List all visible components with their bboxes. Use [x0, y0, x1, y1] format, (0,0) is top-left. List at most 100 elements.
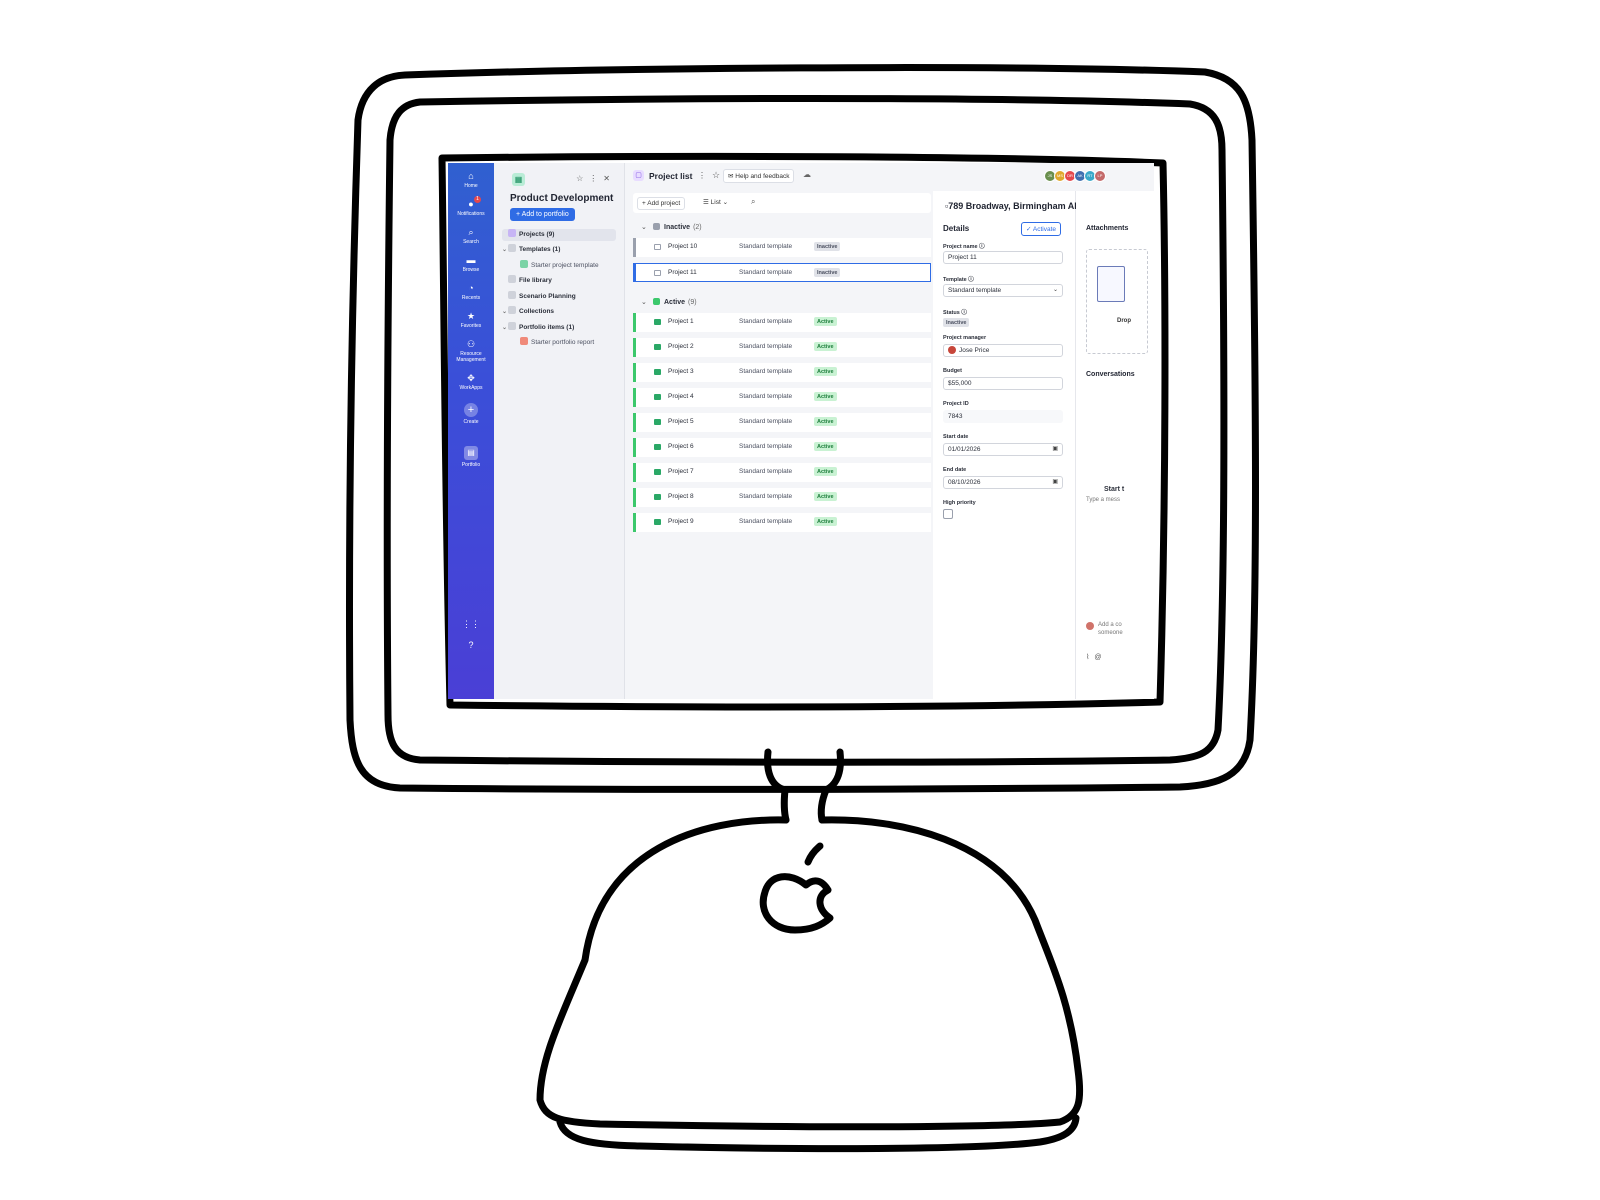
file-library-icon: [508, 275, 516, 283]
template-select[interactable]: Standard template ⌄: [943, 284, 1063, 297]
view-selector[interactable]: ☰ List ⌄: [703, 198, 728, 206]
rail-create[interactable]: + Create: [448, 403, 494, 425]
status-badge: Active: [814, 342, 837, 351]
star-icon: ★: [466, 311, 476, 321]
rail-notifications[interactable]: ● 1 Notifications: [448, 196, 494, 217]
search-icon[interactable]: ⌕: [751, 197, 755, 207]
sidebar-item-scenario-planning[interactable]: Scenario Planning: [502, 291, 616, 303]
project-icon: [654, 344, 661, 350]
help-icon[interactable]: ?: [448, 640, 494, 650]
empty-conversation-title: Start t: [1104, 486, 1125, 493]
budget-label: Budget: [943, 368, 962, 374]
project-icon: [654, 419, 661, 425]
close-icon[interactable]: ✕: [603, 174, 616, 183]
project-name-field[interactable]: Project 11: [943, 251, 1063, 264]
activate-button[interactable]: ✓ Activate: [1021, 222, 1062, 236]
sidebar-item-file-library[interactable]: File library: [502, 275, 616, 287]
table-row[interactable]: Project 5 Standard template Active: [633, 413, 931, 432]
chevron-down-icon: ⌄: [1052, 287, 1058, 293]
status-badge: Active: [814, 492, 837, 501]
table-row-selected[interactable]: Project 11 Standard template Inactive: [633, 263, 931, 282]
help-feedback-button[interactable]: ✉ Help and feedback: [723, 169, 795, 183]
rail-search[interactable]: ⌕ Search: [448, 227, 494, 245]
sidebar: ▦ ☆⋮✕ Product Development + Add to portf…: [494, 163, 625, 699]
comment-input[interactable]: Add a co someone: [1098, 621, 1123, 637]
star-icon[interactable]: ☆: [712, 170, 720, 181]
table-row[interactable]: Project 2 Standard template Active: [633, 338, 931, 357]
table-row[interactable]: Project 9 Standard template Active: [633, 513, 931, 532]
details-heading: Details: [943, 224, 970, 233]
project-list-area: ▢ Project list ⋮ ☆ ✉ Help and feedback ☁…: [625, 163, 931, 699]
status-badge: Active: [814, 467, 837, 476]
end-date-label: End date: [943, 467, 967, 473]
empty-conversation-hint: Type a mess: [1086, 497, 1121, 503]
rail-workapps[interactable]: ✥ WorkApps: [448, 373, 494, 391]
group-header-active[interactable]: ⌄ Active (9): [641, 298, 697, 306]
more-icon[interactable]: ⋮: [698, 171, 706, 180]
page-title: Project list: [649, 171, 693, 181]
rail-portfolio[interactable]: ▤ Portfolio: [448, 446, 494, 468]
project-icon: [654, 394, 661, 400]
portfolio-items-icon: [508, 322, 516, 330]
at-icon[interactable]: @: [1094, 654, 1106, 661]
project-list-icon: ▢: [633, 170, 644, 181]
chevron-down-icon: ⌄: [722, 199, 729, 206]
rail-resource-management[interactable]: ⚇ Resource Management: [448, 339, 494, 363]
start-date-field[interactable]: 01/01/2026 ▣: [943, 443, 1063, 456]
sidebar-item-projects[interactable]: Projects (9): [502, 229, 616, 241]
list-icon: ☰: [703, 199, 711, 206]
table-row[interactable]: Project 4 Standard template Active: [633, 388, 931, 407]
calendar-icon[interactable]: ▣: [1052, 444, 1058, 455]
rail-home[interactable]: ⌂ Home: [448, 171, 494, 189]
project-icon: [654, 319, 661, 325]
calendar-icon[interactable]: ▣: [1052, 477, 1058, 488]
group-header-inactive[interactable]: ⌄ Inactive (2): [641, 223, 702, 231]
budget-field[interactable]: $55,000: [943, 377, 1063, 390]
chevron-down-icon[interactable]: ⌄: [641, 223, 647, 231]
status-label: Status ⓘ: [943, 310, 967, 316]
sidebar-item-collections[interactable]: ⌄ Collections: [502, 306, 616, 318]
project-detail-panel: ▫789 Broadway, Birmingham AL Details ✓ A…: [933, 191, 1080, 699]
sidebar-item-portfolio-items[interactable]: ⌄ Portfolio items (1): [502, 322, 616, 334]
attachments-heading: Attachments: [1086, 225, 1129, 232]
table-row[interactable]: Project 10 Standard template Inactive: [633, 238, 931, 257]
end-date-field[interactable]: 08/10/2026 ▣: [943, 476, 1063, 489]
sidebar-item-starter-template[interactable]: Starter project template: [520, 260, 616, 272]
high-priority-checkbox[interactable]: [943, 509, 953, 519]
more-icon[interactable]: ⋮: [589, 174, 603, 183]
attachment-dropzone[interactable]: Drop: [1086, 249, 1148, 354]
table-row[interactable]: Project 8 Standard template Active: [633, 488, 931, 507]
project-icon: [654, 494, 661, 500]
add-project-button[interactable]: + Add project: [637, 197, 686, 210]
sidebar-item-templates[interactable]: ⌄ Templates (1): [502, 244, 616, 256]
info-icon: ⓘ: [979, 244, 985, 250]
workspace-title: Product Development: [510, 193, 614, 204]
grid-icon[interactable]: ⋮⋮: [448, 619, 494, 630]
scenario-icon: [508, 291, 516, 299]
star-icon[interactable]: ☆: [576, 174, 589, 183]
report-icon: [520, 337, 528, 345]
sidebar-item-starter-portfolio-report[interactable]: Starter portfolio report: [520, 337, 616, 349]
rail-browse[interactable]: ▬ Browse: [448, 255, 494, 273]
avatar[interactable]: LP: [1094, 170, 1106, 182]
table-row[interactable]: Project 7 Standard template Active: [633, 463, 931, 482]
status-badge[interactable]: Inactive: [943, 318, 970, 327]
rail-favorites[interactable]: ★ Favorites: [448, 311, 494, 329]
cloud-sync-icon: ☁: [803, 170, 811, 179]
project-icon: [654, 244, 661, 250]
info-icon: ⓘ: [968, 277, 974, 283]
chevron-down-icon[interactable]: ⌄: [641, 298, 647, 306]
project-manager-field[interactable]: Jose Price: [943, 344, 1063, 357]
sidebar-actions[interactable]: ☆⋮✕: [576, 174, 616, 183]
status-badge: Active: [814, 517, 837, 526]
collaborator-avatars[interactable]: JS MS DR AK RT LP: [1044, 170, 1106, 182]
check-icon: ✓: [1026, 226, 1033, 233]
table-row[interactable]: Project 1 Standard template Active: [633, 313, 931, 332]
rail-recents[interactable]: ◔ Recents: [448, 283, 494, 301]
workspace-logo-icon: ▦: [512, 173, 525, 186]
folder-icon: [508, 244, 516, 252]
status-badge: Active: [814, 442, 837, 451]
add-to-portfolio-button[interactable]: + Add to portfolio: [510, 208, 575, 221]
table-row[interactable]: Project 3 Standard template Active: [633, 363, 931, 382]
table-row[interactable]: Project 6 Standard template Active: [633, 438, 931, 457]
